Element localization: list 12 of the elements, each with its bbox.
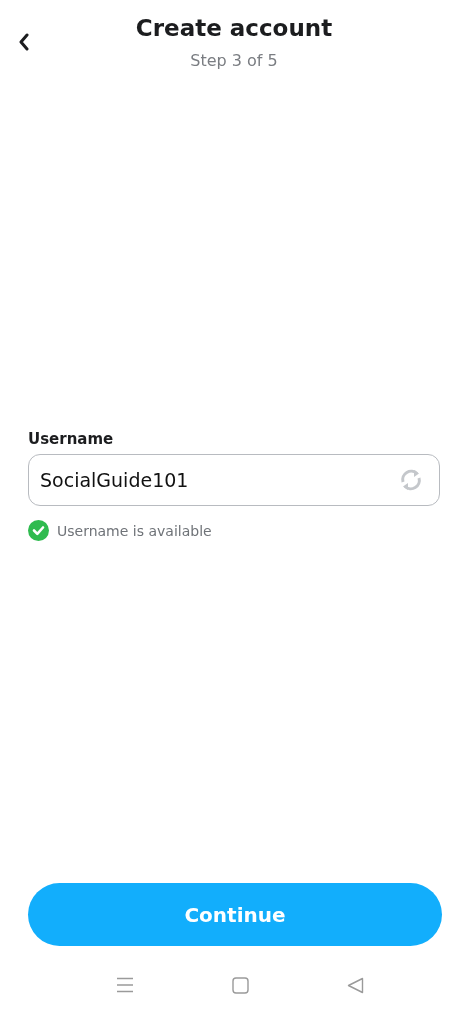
home-button[interactable] bbox=[232, 976, 249, 994]
status-message: Username is available bbox=[57, 522, 212, 539]
username-label: Username bbox=[28, 430, 115, 448]
back-nav-button[interactable] bbox=[347, 976, 364, 994]
triangle-back-icon bbox=[347, 976, 364, 994]
menu-button[interactable] bbox=[116, 977, 134, 993]
home-icon bbox=[232, 976, 249, 994]
username-field[interactable]: SocialGuide101 bbox=[28, 454, 440, 506]
menu-icon bbox=[116, 977, 134, 993]
page-title: Create account bbox=[135, 14, 333, 41]
back-icon bbox=[18, 33, 30, 51]
step-indicator: Step 3 of 5 bbox=[190, 50, 278, 70]
